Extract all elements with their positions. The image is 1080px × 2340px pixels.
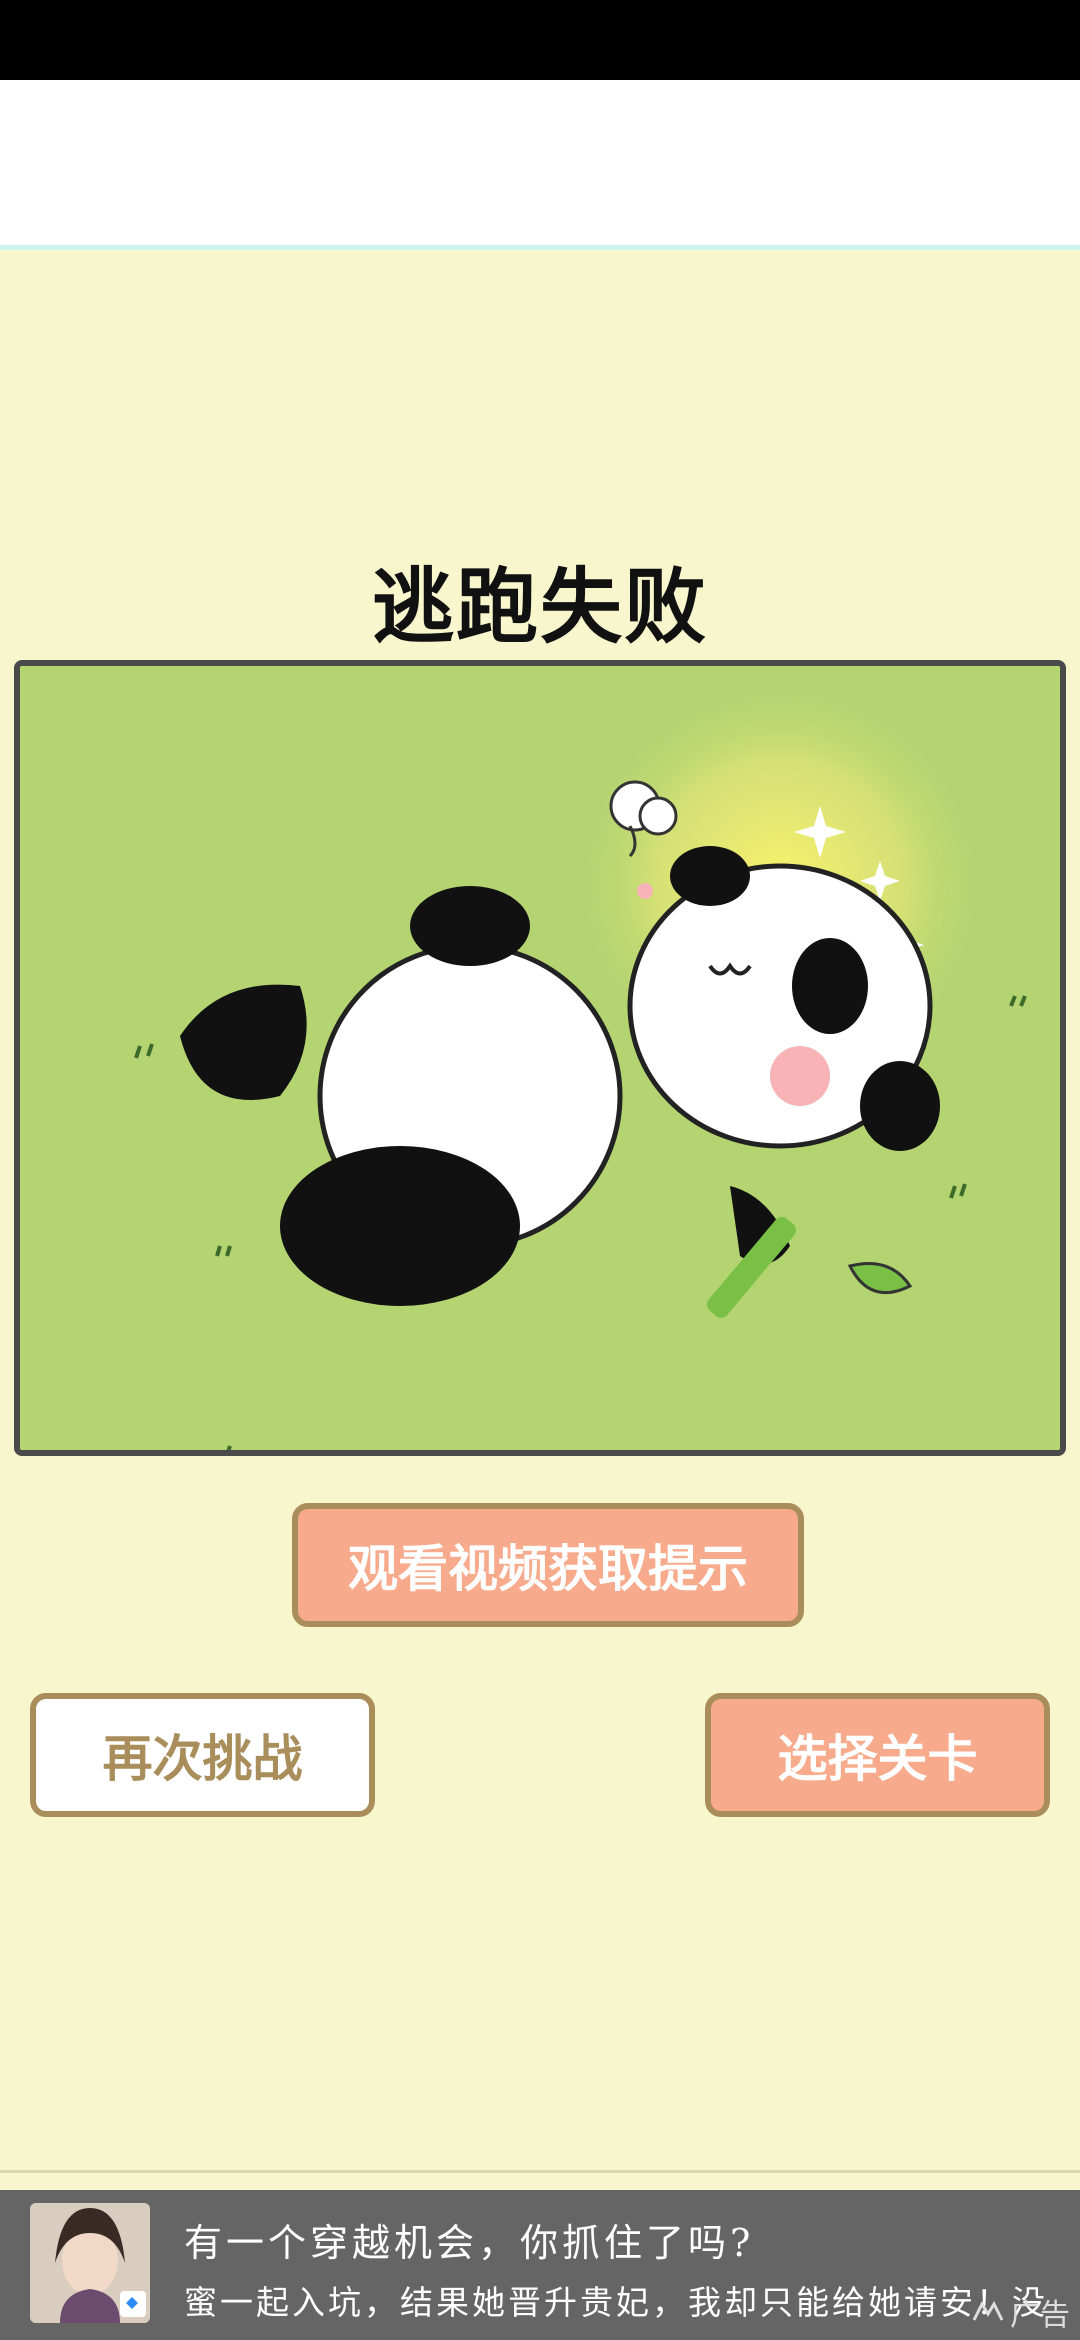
status-bar <box>0 0 1080 80</box>
top-bar <box>0 80 1080 250</box>
watch-video-hint-button[interactable]: 观看视频获取提示 <box>292 1503 804 1627</box>
ad-tag-text: 广告 <box>1010 2298 1070 2333</box>
ad-banner[interactable]: 有一个穿越机会，你抓住了吗? 蜜一起入坑，结果她晋升贵妃，我却只能给她请安！没 … <box>0 2190 1080 2340</box>
result-title: 逃跑失败 <box>371 560 708 655</box>
ad-divider <box>0 2170 1080 2173</box>
ad-label: 广告 <box>972 2290 1070 2334</box>
ad-description: 蜜一起入坑，结果她晋升贵妃，我却只能给她请安！没 <box>184 2283 1048 2322</box>
select-level-button[interactable]: 选择关卡 <box>705 1693 1050 1817</box>
ad-thumbnail[interactable] <box>30 2203 150 2323</box>
panda-illustration <box>14 660 1066 1456</box>
retry-button[interactable]: 再次挑战 <box>30 1693 375 1817</box>
ad-brand-icon <box>972 2295 1006 2330</box>
ad-title: 有一个穿越机会，你抓住了吗? <box>184 2221 755 2265</box>
